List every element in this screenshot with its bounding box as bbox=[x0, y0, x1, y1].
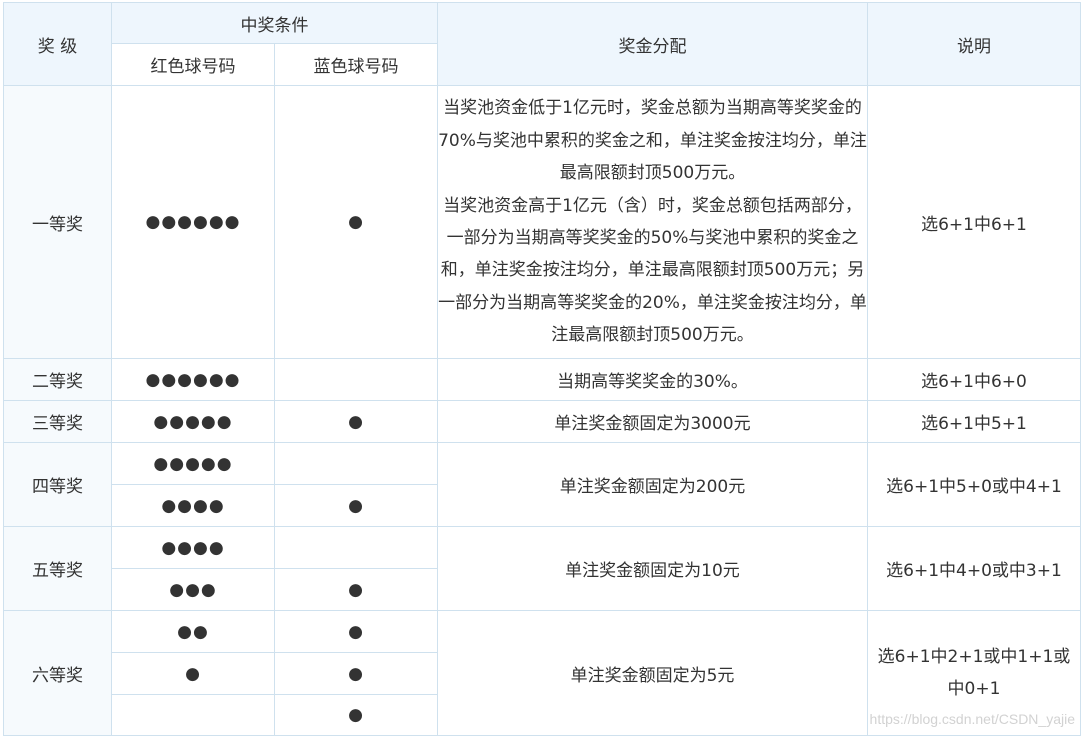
header-condition: 中奖条件 bbox=[111, 2, 438, 44]
blue-balls-fourth-a bbox=[274, 442, 438, 485]
blue-balls-second bbox=[274, 358, 438, 401]
header-distribution: 奖金分配 bbox=[437, 2, 868, 86]
distribution-first-paragraph-2: 当奖池资金高于1亿元（含）时，奖金总额包括两部分，一部分为当期高等奖奖金的50%… bbox=[438, 195, 867, 346]
level-fourth: 四等奖 bbox=[3, 442, 112, 527]
blue-balls-sixth-b: ● bbox=[274, 652, 438, 695]
blue-balls-sixth-a: ● bbox=[274, 610, 438, 653]
distribution-second: 当期高等奖奖金的30%。 bbox=[437, 358, 868, 401]
red-balls-fourth-b: ●●●● bbox=[111, 484, 275, 527]
level-second: 二等奖 bbox=[3, 358, 112, 401]
distribution-fourth: 单注奖金额固定为200元 bbox=[437, 442, 868, 527]
header-note: 说明 bbox=[867, 2, 1081, 86]
red-balls-fifth-a: ●●●● bbox=[111, 526, 275, 569]
red-balls-third: ●●●●● bbox=[111, 400, 275, 443]
watermark: https://blog.csdn.net/CSDN_yajie bbox=[869, 711, 1075, 727]
red-balls-sixth-a: ●● bbox=[111, 610, 275, 653]
header-blue-balls: 蓝色球号码 bbox=[274, 43, 438, 86]
note-third: 选6+1中5+1 bbox=[867, 400, 1081, 443]
blue-balls-third: ● bbox=[274, 400, 438, 443]
red-balls-second: ●●●●●● bbox=[111, 358, 275, 401]
header-level: 奖 级 bbox=[3, 2, 112, 86]
prize-table: 奖 级 中奖条件 奖金分配 说明 红色球号码 蓝色球号码 一等奖 ●●●●●● … bbox=[3, 2, 1081, 736]
note-fourth: 选6+1中5+0或中4+1 bbox=[867, 442, 1081, 527]
blue-balls-fourth-b: ● bbox=[274, 484, 438, 527]
red-balls-sixth-b: ● bbox=[111, 652, 275, 695]
distribution-first-paragraph-1: 当奖池资金低于1亿元时，奖金总额为当期高等奖奖金的70%与奖池中累积的奖金之和，… bbox=[438, 98, 867, 184]
distribution-fifth: 单注奖金额固定为10元 bbox=[437, 526, 868, 611]
level-fifth: 五等奖 bbox=[3, 526, 112, 611]
note-second: 选6+1中6+0 bbox=[867, 358, 1081, 401]
note-fifth: 选6+1中4+0或中3+1 bbox=[867, 526, 1081, 611]
note-first: 选6+1中6+1 bbox=[867, 85, 1081, 359]
blue-balls-fifth-a bbox=[274, 526, 438, 569]
red-balls-first: ●●●●●● bbox=[111, 85, 275, 359]
blue-balls-first: ● bbox=[274, 85, 438, 359]
level-first: 一等奖 bbox=[3, 85, 112, 359]
header-red-balls: 红色球号码 bbox=[111, 43, 275, 86]
blue-balls-sixth-c: ● bbox=[274, 694, 438, 736]
distribution-first: 当奖池资金低于1亿元时，奖金总额为当期高等奖奖金的70%与奖池中累积的奖金之和，… bbox=[437, 85, 868, 359]
red-balls-sixth-c bbox=[111, 694, 275, 736]
level-third: 三等奖 bbox=[3, 400, 112, 443]
blue-balls-fifth-b: ● bbox=[274, 568, 438, 611]
red-balls-fourth-a: ●●●●● bbox=[111, 442, 275, 485]
distribution-sixth: 单注奖金额固定为5元 bbox=[437, 610, 868, 736]
level-sixth: 六等奖 bbox=[3, 610, 112, 736]
red-balls-fifth-b: ●●● bbox=[111, 568, 275, 611]
distribution-third: 单注奖金额固定为3000元 bbox=[437, 400, 868, 443]
